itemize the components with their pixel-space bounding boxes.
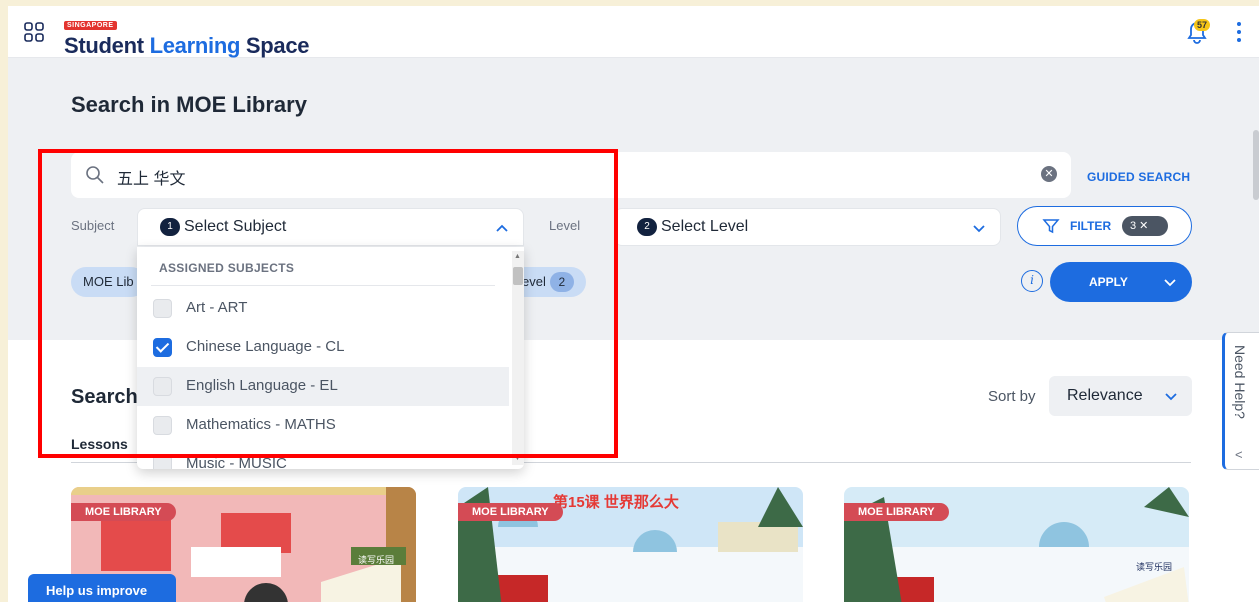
search-input[interactable]: 五上 华文 ✕ xyxy=(71,152,1071,198)
subject-placeholder: Select Subject xyxy=(184,218,287,236)
filter-label: FILTER xyxy=(1070,219,1112,233)
subject-option-english[interactable]: English Language - EL xyxy=(137,367,509,406)
option-label: Chinese Language - CL xyxy=(186,338,345,355)
help-us-improve-button[interactable]: Help us improve xyxy=(28,574,176,602)
subject-option-chinese[interactable]: Chinese Language - CL xyxy=(137,328,509,367)
brand-tag: SINGAPORE xyxy=(64,21,117,30)
guided-search-link[interactable]: GUIDED SEARCH xyxy=(1087,170,1190,184)
option-label: Mathematics - MATHS xyxy=(186,416,336,433)
checkbox[interactable] xyxy=(153,377,172,396)
option-label: Art - ART xyxy=(186,299,248,316)
notification-count-badge: 57 xyxy=(1193,19,1210,31)
search-value: 五上 华文 xyxy=(117,171,186,188)
lesson-card[interactable]: 第15课 世界那么大 MOE LIBRARY xyxy=(458,487,803,602)
moe-library-tag: MOE LIBRARY xyxy=(458,503,563,521)
checkbox[interactable] xyxy=(153,299,172,318)
chevron-down-icon xyxy=(973,225,985,233)
apply-button[interactable]: APPLY xyxy=(1050,262,1192,302)
dropdown-divider xyxy=(151,285,495,286)
app-page: SINGAPORE Student Learning Space 57 Sear… xyxy=(8,6,1259,602)
search-icon xyxy=(86,166,104,184)
lesson-card[interactable]: MOE LIBRARY 读写乐园 xyxy=(844,487,1189,602)
subject-option-music[interactable]: Music - MUSIC xyxy=(137,445,509,469)
dropdown-group-header: ASSIGNED SUBJECTS xyxy=(159,261,295,275)
chevron-down-icon xyxy=(1165,393,1177,401)
card-caption: 读写乐园 xyxy=(358,555,395,565)
need-help-label: Need Help? xyxy=(1232,345,1248,419)
app-grid-icon[interactable] xyxy=(24,22,44,42)
sort-value: Relevance xyxy=(1067,387,1143,404)
moe-library-tag: MOE LIBRARY xyxy=(844,503,949,521)
level-placeholder: Select Level xyxy=(661,218,749,236)
sort-by-label: Sort by xyxy=(988,388,1036,405)
moe-library-tag: MOE LIBRARY xyxy=(71,503,176,521)
clear-search-icon[interactable]: ✕ xyxy=(1041,166,1057,182)
subject-label: Subject xyxy=(71,218,115,233)
filter-chip-library[interactable]: MOE Lib xyxy=(71,267,146,297)
subject-dropdown-menu: ASSIGNED SUBJECTS Art - ART Chinese Lang… xyxy=(137,247,524,469)
filter-count-badge[interactable]: 3 ✕ xyxy=(1122,216,1168,236)
filter-icon xyxy=(1042,219,1060,234)
results-title: Search xyxy=(71,386,138,408)
card-title-text: 第15课 世界那么大 xyxy=(553,494,679,511)
level-step-badge: 2 xyxy=(637,218,657,236)
subject-select[interactable]: 1 Select Subject xyxy=(137,208,524,246)
page-scrollbar[interactable] xyxy=(1253,60,1259,600)
subject-option-maths[interactable]: Mathematics - MATHS xyxy=(137,406,509,445)
chevron-left-icon: < xyxy=(1235,447,1243,462)
filter-button[interactable]: FILTER 3 ✕ xyxy=(1017,206,1192,246)
subject-option-art[interactable]: Art - ART xyxy=(137,289,509,328)
info-icon[interactable]: i xyxy=(1021,270,1043,292)
checkbox[interactable] xyxy=(153,416,172,435)
more-menu-icon[interactable] xyxy=(1233,20,1245,44)
option-label: Music - MUSIC xyxy=(186,455,287,469)
sort-select[interactable]: Relevance xyxy=(1049,376,1192,416)
checkbox[interactable] xyxy=(153,455,172,469)
level-select[interactable]: 2 Select Level xyxy=(614,208,1001,246)
option-label: English Language - EL xyxy=(186,377,338,394)
brand-name: Student Learning Space xyxy=(64,33,310,58)
dropdown-scrollbar[interactable]: ▲ ▼ xyxy=(512,251,524,465)
subject-step-badge: 1 xyxy=(160,218,180,236)
apply-label: APPLY xyxy=(1089,275,1128,289)
chevron-down-icon[interactable] xyxy=(1162,274,1178,290)
brand-logo[interactable]: SINGAPORE Student Learning Space xyxy=(64,14,310,59)
card-caption: 读写乐园 xyxy=(1136,562,1173,572)
chevron-up-icon xyxy=(496,224,508,232)
level-label: Level xyxy=(549,218,581,233)
page-title: Search in MOE Library xyxy=(71,92,307,117)
top-bar: SINGAPORE Student Learning Space 57 xyxy=(8,6,1259,58)
tab-lessons[interactable]: Lessons xyxy=(71,436,128,452)
checkbox-checked[interactable] xyxy=(153,338,172,357)
